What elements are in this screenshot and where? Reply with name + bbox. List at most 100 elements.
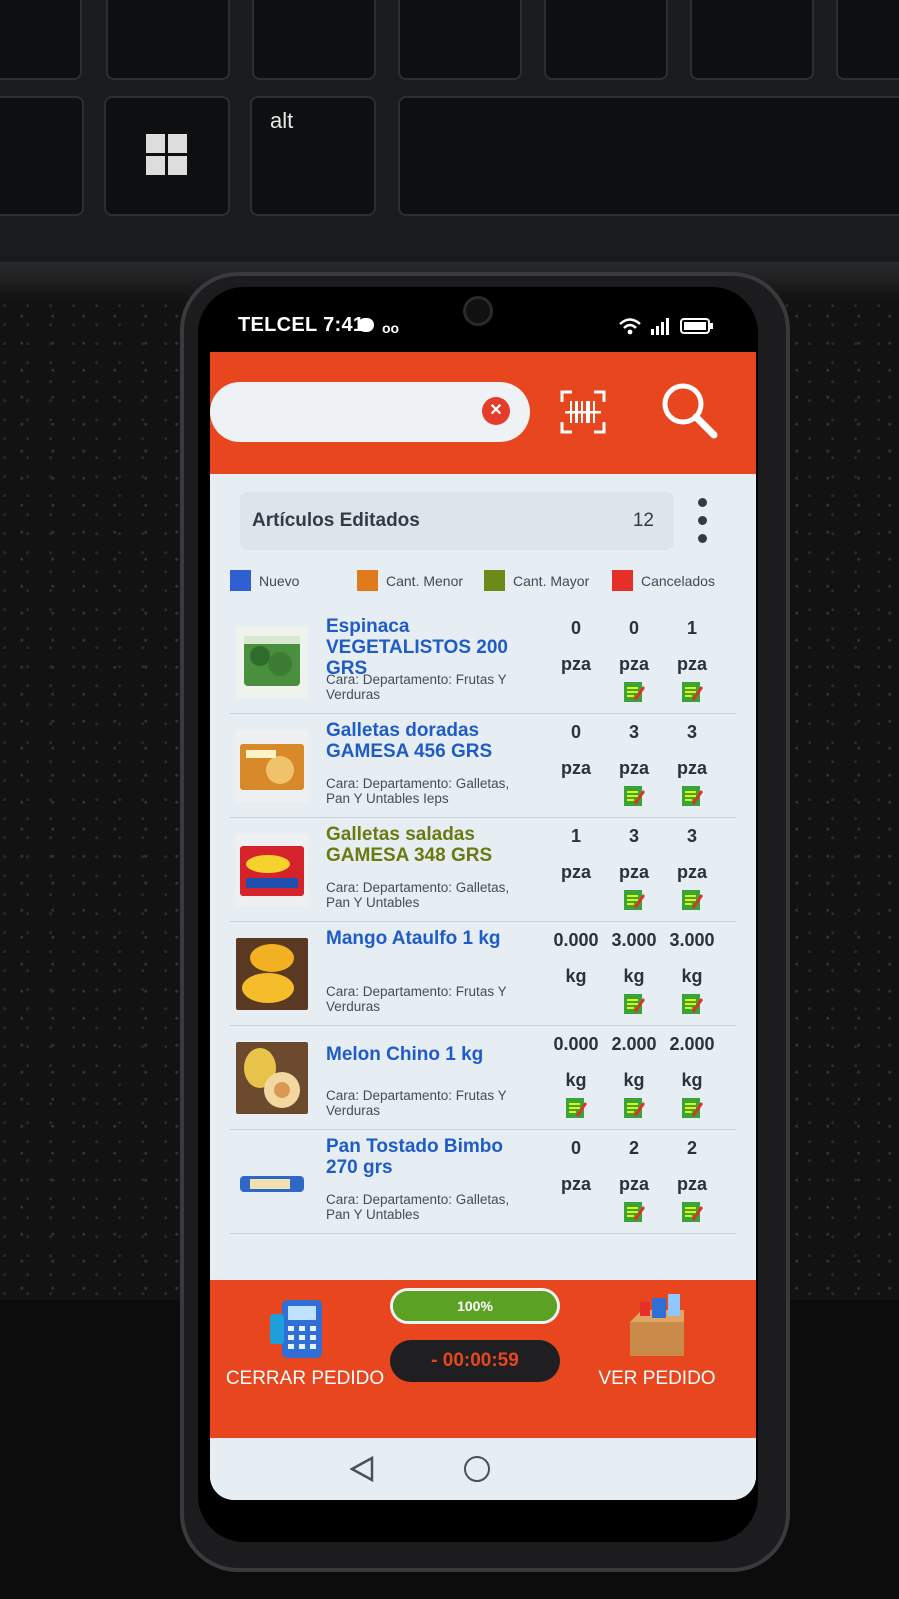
status-carrier-time: TELCEL 7:41	[238, 314, 365, 336]
barcode-scan-icon[interactable]	[560, 390, 606, 434]
product-name: Galletas saladas GAMESA 348 GRS	[326, 824, 493, 866]
legend-swatch	[484, 570, 505, 591]
chat-bubble-icon	[358, 318, 374, 332]
progress-label: 100%	[457, 1298, 493, 1314]
order-footer: CERRAR PEDIDO 100% - 00:00:59 VER PEDIDO	[210, 1280, 756, 1438]
edit-quantity-icon[interactable]	[564, 1096, 588, 1120]
keyboard-key-b: B	[690, 0, 814, 80]
close-icon[interactable]: ✕	[482, 397, 510, 425]
product-department: Cara: Departamento: Frutas Y Verduras	[326, 672, 507, 702]
qty-value: 0	[570, 618, 581, 638]
qty-unit: kg	[565, 1070, 587, 1090]
qty-col-2: 3.000 kg	[606, 928, 662, 1016]
view-order-button[interactable]: VER PEDIDO	[562, 1288, 752, 1398]
keyboard-key-n: N	[836, 0, 899, 80]
product-name: Galletas doradas GAMESA 456 GRS	[326, 720, 493, 762]
keyboard-key-x: X	[252, 0, 376, 80]
qty-value: 2.000	[611, 1034, 657, 1054]
qty-unit: pza	[676, 654, 707, 674]
product-department: Cara: Departamento: Galletas, Pan Y Unta…	[326, 880, 510, 910]
edit-quantity-icon[interactable]	[680, 1200, 704, 1224]
edit-quantity-icon[interactable]	[680, 784, 704, 808]
qty-col-1: 1 pza	[548, 824, 604, 886]
edit-quantity-icon[interactable]	[680, 680, 704, 704]
product-row[interactable]: Espinaca VEGETALISTOS 200 GRS Cara: Depa…	[230, 610, 736, 714]
qty-unit: pza	[676, 758, 707, 778]
close-order-button[interactable]: CERRAR PEDIDO	[210, 1288, 400, 1398]
product-list: Espinaca VEGETALISTOS 200 GRS Cara: Depa…	[230, 610, 736, 1234]
qty-unit: pza	[676, 862, 707, 882]
legend-cancelled: Cancelados	[612, 570, 715, 591]
qty-value: 1	[686, 618, 697, 638]
qty-unit: pza	[618, 1174, 649, 1194]
qty-value: 3	[628, 826, 639, 846]
qty-col-1: 0.000 kg	[548, 928, 604, 990]
edit-quantity-icon[interactable]	[680, 992, 704, 1016]
product-row[interactable]: Melon Chino 1 kg Cara: Departamento: Fru…	[230, 1026, 736, 1130]
qty-value: 0.000	[553, 1034, 599, 1054]
qty-col-1: 0 pza	[548, 616, 604, 678]
product-department: Cara: Departamento: Galletas, Pan Y Unta…	[326, 776, 510, 806]
qty-unit: pza	[618, 758, 649, 778]
qty-col-3: 2.000 kg	[664, 1032, 720, 1120]
summary-title: Artículos Editados	[252, 510, 420, 531]
qty-value: 3	[686, 826, 697, 846]
product-row[interactable]: Pan Tostado Bimbo 270 grs Cara: Departam…	[230, 1130, 736, 1234]
qty-unit: kg	[565, 966, 587, 986]
qty-value: 1	[570, 826, 581, 846]
product-image-toast-bread	[236, 1146, 308, 1218]
legend-new: Nuevo	[230, 570, 299, 591]
close-order-label: CERRAR PEDIDO	[225, 1368, 385, 1389]
qty-unit: pza	[560, 862, 591, 882]
back-triangle-icon[interactable]	[350, 1456, 374, 1482]
edit-quantity-icon[interactable]	[622, 1200, 646, 1224]
more-options-icon[interactable]	[690, 492, 714, 552]
edit-quantity-icon[interactable]	[622, 784, 646, 808]
product-name: Espinaca VEGETALISTOS 200 GRS	[326, 616, 508, 679]
qty-value: 2	[628, 1138, 639, 1158]
search-icon[interactable]	[658, 380, 720, 442]
legend-swatch	[612, 570, 633, 591]
qty-value: 2.000	[669, 1034, 715, 1054]
product-department: Cara: Departamento: Frutas Y Verduras	[326, 1088, 507, 1118]
voicemail-icon: oo	[382, 320, 400, 336]
product-department: Cara: Departamento: Frutas Y Verduras	[326, 984, 507, 1014]
keyboard-key	[0, 96, 84, 216]
keyboard-key	[0, 0, 82, 80]
edit-quantity-icon[interactable]	[622, 888, 646, 912]
product-name: Mango Ataulfo 1 kg	[326, 928, 501, 949]
windows-logo-icon	[146, 134, 187, 175]
legend-label: Cant. Mayor	[513, 572, 590, 589]
edit-quantity-icon[interactable]	[622, 1096, 646, 1120]
qty-unit: pza	[676, 1174, 707, 1194]
product-row[interactable]: Galletas saladas GAMESA 348 GRS Cara: De…	[230, 818, 736, 922]
keyboard-key-c: C	[398, 0, 522, 80]
product-image-salted-crackers	[236, 834, 308, 906]
edit-quantity-icon[interactable]	[622, 680, 646, 704]
product-name: Melon Chino 1 kg	[326, 1044, 484, 1065]
product-image-melon	[236, 1042, 308, 1114]
qty-col-1: 0.000 kg	[548, 1032, 604, 1120]
signal-icon	[651, 318, 669, 335]
edit-quantity-icon[interactable]	[622, 992, 646, 1016]
edit-quantity-icon[interactable]	[680, 1096, 704, 1120]
qty-value: 3.000	[669, 930, 715, 950]
edit-quantity-icon[interactable]	[680, 888, 704, 912]
qty-value: 3	[628, 722, 639, 742]
order-box-icon	[630, 1294, 684, 1356]
qty-unit: pza	[560, 1174, 591, 1194]
product-row[interactable]: Mango Ataulfo 1 kg Cara: Departamento: F…	[230, 922, 736, 1026]
status-legend: Nuevo Cant. Menor Cant. Mayor Cancelados	[230, 570, 750, 596]
edited-items-summary[interactable]: Artículos Editados 12	[240, 492, 674, 550]
keyboard-spacebar	[398, 96, 899, 216]
product-image-spinach	[236, 626, 308, 698]
product-row[interactable]: Galletas doradas GAMESA 456 GRS Cara: De…	[230, 714, 736, 818]
qty-unit: kg	[623, 1070, 645, 1090]
home-circle-icon[interactable]	[464, 1456, 490, 1482]
legend-swatch	[357, 570, 378, 591]
qty-value: 0.000	[553, 930, 599, 950]
legend-label: Cancelados	[641, 572, 715, 589]
wifi-icon	[619, 318, 641, 335]
qty-col-2: 2.000 kg	[606, 1032, 662, 1120]
qty-col-1: 0 pza	[548, 720, 604, 782]
